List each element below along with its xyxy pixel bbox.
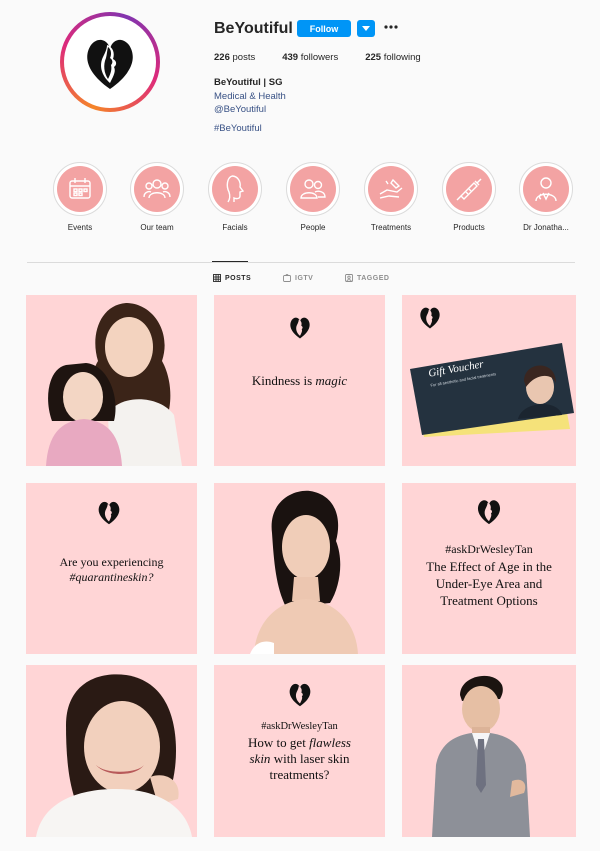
post-mother-daughter-photo[interactable] xyxy=(26,295,197,466)
post-quarantineskin[interactable]: Are you experiencing #quarantineskin? xyxy=(26,483,197,654)
post-doctor-portrait[interactable] xyxy=(402,665,576,837)
portrait-photo-image xyxy=(26,295,197,466)
portrait-photo-image xyxy=(214,483,385,654)
tab-tagged[interactable]: TAGGED xyxy=(345,274,389,282)
brand-logo-icon xyxy=(477,500,501,525)
post-caption-text: How to get xyxy=(248,735,310,750)
suggestions-dropdown-button[interactable] xyxy=(357,20,375,37)
syringe-icon xyxy=(456,178,482,201)
post-caption: Are you experiencing #quarantineskin? xyxy=(26,555,197,585)
highlight-treatments[interactable]: Treatments xyxy=(361,162,421,232)
post-smiling-woman[interactable] xyxy=(26,665,197,837)
highlight-label: People xyxy=(300,223,326,232)
following-label: following xyxy=(383,52,421,63)
brand-logo-icon xyxy=(290,317,310,339)
profile-hashtag-link[interactable]: #BeYoutiful xyxy=(214,123,262,134)
highlight-label: Our team xyxy=(140,223,174,232)
highlight-facials[interactable]: Facials xyxy=(205,162,265,232)
people-icon xyxy=(300,179,326,199)
posts-stat: 226 posts xyxy=(214,52,255,63)
calendar-icon xyxy=(69,178,91,199)
tab-label: TAGGED xyxy=(357,274,390,282)
post-caption-line: Are you experiencing xyxy=(59,555,164,569)
highlight-label: Facials xyxy=(222,223,248,232)
more-dots-icon xyxy=(384,25,398,29)
following-count: 225 xyxy=(365,52,382,63)
post-caption: #askDrWesleyTan How to get flawless skin… xyxy=(214,719,385,783)
post-caption-emphasis: magic xyxy=(315,373,348,388)
brand-logo-icon xyxy=(98,501,120,525)
highlight-label: Dr Jonatha... xyxy=(523,223,569,232)
highlight-label: Treatments xyxy=(370,223,412,232)
doctor-photo-image xyxy=(402,665,576,837)
tab-label: POSTS xyxy=(225,274,252,282)
post-caption: #askDrWesleyTan The Effect of Age in the… xyxy=(402,541,576,609)
post-caption-line: Treatment Options xyxy=(440,593,538,608)
story-highlights: Events Our team Facials People Treatment… xyxy=(50,162,573,232)
posts-count: 226 xyxy=(214,52,230,63)
grid-icon xyxy=(213,274,221,282)
post-woman-portrait[interactable] xyxy=(214,483,385,654)
igtv-icon xyxy=(283,274,291,282)
portrait-photo-image xyxy=(26,665,197,837)
hand-cream-icon xyxy=(379,178,403,199)
gift-voucher-image xyxy=(410,343,574,437)
followers-stat[interactable]: 439 followers xyxy=(282,52,338,63)
highlight-label: Products xyxy=(453,223,485,232)
follow-button[interactable]: Follow xyxy=(297,20,351,37)
face-profile-icon xyxy=(226,175,245,203)
post-caption-line: The Effect of Age in the xyxy=(426,559,552,574)
highlight-our-team[interactable]: Our team xyxy=(127,162,187,232)
brand-logo-icon xyxy=(289,683,311,707)
highlight-people[interactable]: People xyxy=(283,162,343,232)
post-kindness-is-magic[interactable]: Kindness is magic xyxy=(214,295,385,466)
posts-label: posts xyxy=(232,52,256,63)
more-options-button[interactable] xyxy=(383,18,399,36)
post-caption: Kindness is magic xyxy=(214,373,385,389)
active-tab-indicator xyxy=(212,261,248,262)
tabs-divider xyxy=(27,262,575,263)
post-gift-voucher[interactable]: Gift Voucher For all aesthetic and facia… xyxy=(402,295,576,466)
profile-category: Medical & Health xyxy=(214,91,286,102)
post-caption-hashtag: #askDrWesleyTan xyxy=(445,542,533,556)
post-caption-line: treatments? xyxy=(269,767,330,782)
post-caption-text: Kindness is xyxy=(251,373,316,388)
profile-full-name: BeYoutiful | SG xyxy=(214,77,283,88)
post-caption-hashtag: #quarantineskin? xyxy=(69,570,154,584)
post-effect-of-age[interactable]: #askDrWesleyTan The Effect of Age in the… xyxy=(402,483,576,654)
highlight-products[interactable]: Products xyxy=(439,162,499,232)
post-caption-hashtag: #askDrWesleyTan xyxy=(261,721,338,732)
following-stat[interactable]: 225 following xyxy=(365,52,420,63)
followers-label: followers xyxy=(300,52,339,63)
profile-mention-link[interactable]: @BeYoutiful xyxy=(214,104,266,115)
highlight-events[interactable]: Events xyxy=(50,162,110,232)
tab-posts[interactable]: POSTS xyxy=(213,274,251,282)
post-caption-emphasis: skin xyxy=(249,751,271,766)
doctor-icon xyxy=(535,177,557,202)
tab-igtv[interactable]: IGTV xyxy=(283,274,313,282)
brand-logo xyxy=(64,16,156,108)
followers-count: 439 xyxy=(282,52,299,63)
post-caption-emphasis: flawless xyxy=(309,735,351,750)
chevron-down-icon xyxy=(362,25,370,31)
tab-label: IGTV xyxy=(295,274,314,282)
profile-username: BeYoutiful xyxy=(214,20,293,37)
post-flawless-skin[interactable]: #askDrWesleyTan How to get flawless skin… xyxy=(214,665,385,837)
post-caption-line: Under-Eye Area and xyxy=(435,576,543,591)
highlight-label: Events xyxy=(67,223,93,232)
tag-icon xyxy=(345,274,353,282)
highlight-dr-jonathan[interactable]: Dr Jonatha... xyxy=(516,162,576,232)
profile-stats: 226 posts 439 followers 225 following xyxy=(214,52,448,63)
post-caption-text: with laser skin xyxy=(270,751,350,766)
team-icon xyxy=(143,179,171,199)
profile-avatar[interactable] xyxy=(60,12,160,112)
